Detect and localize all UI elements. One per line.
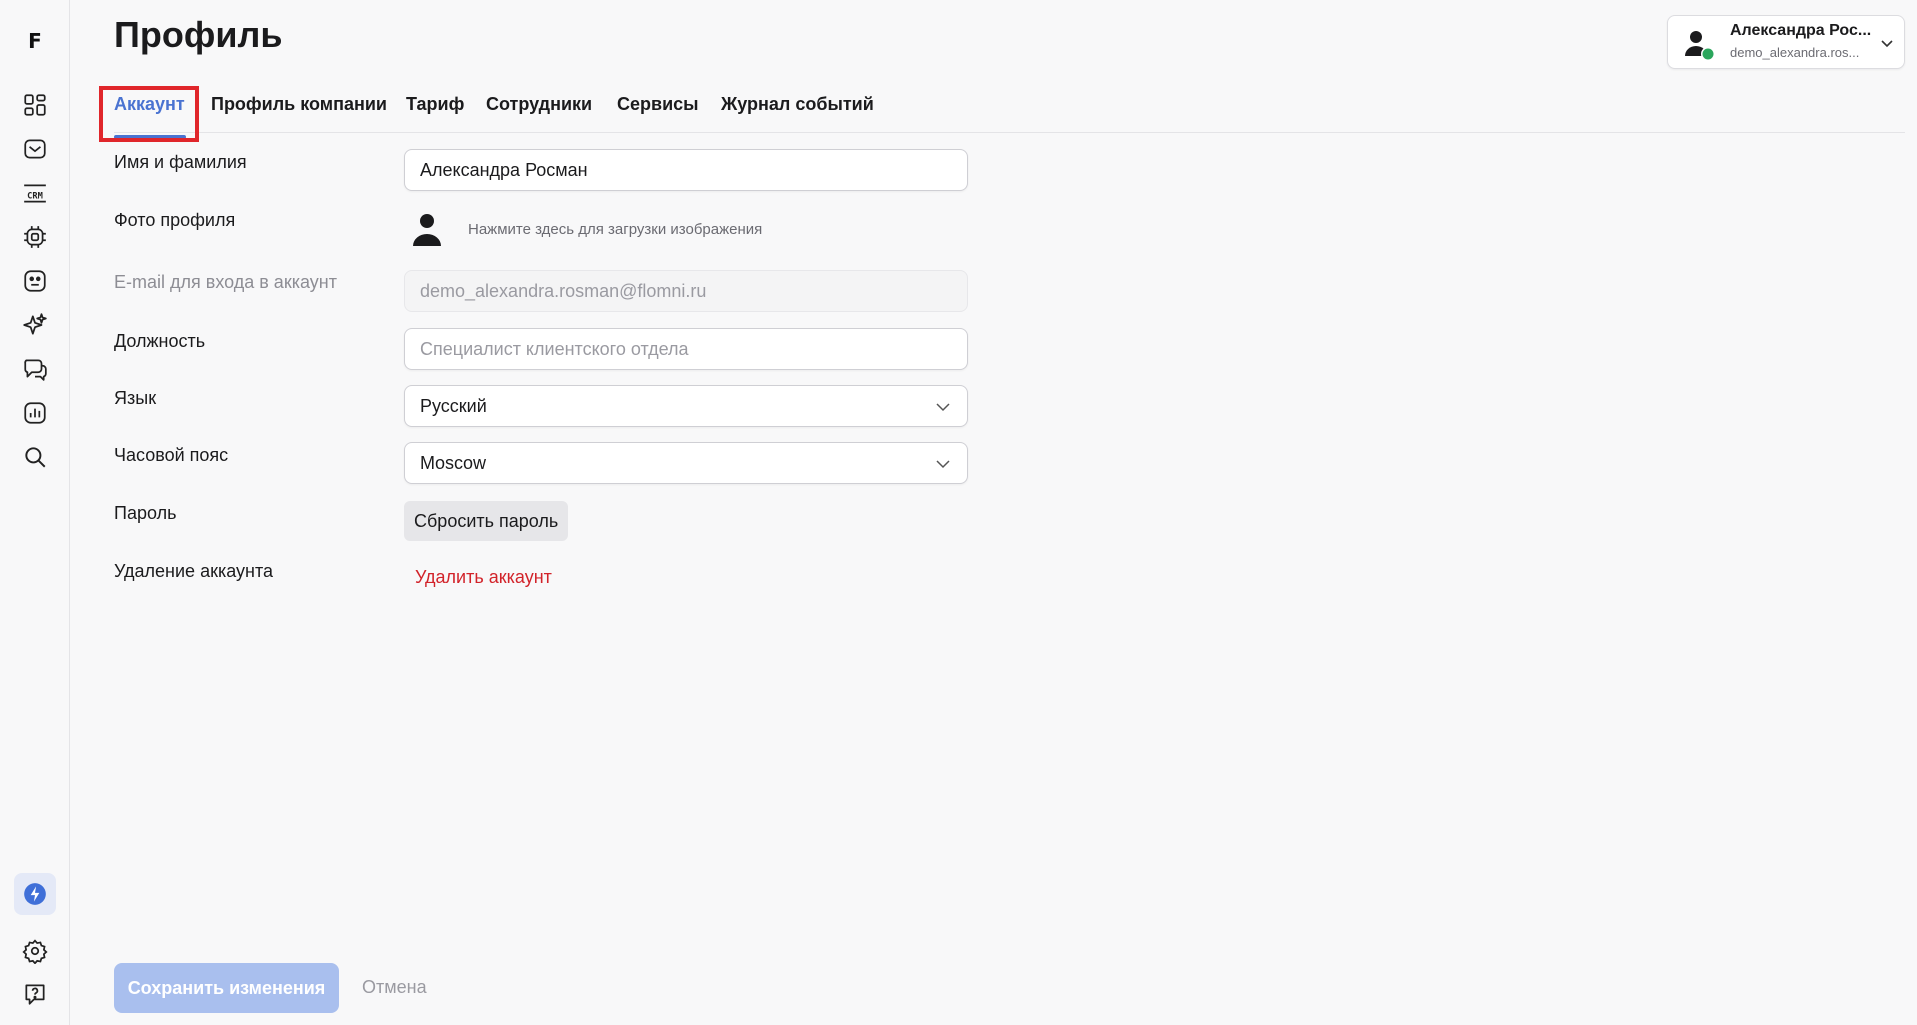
reset-password-button[interactable]: Сбросить пароль [404,501,569,541]
page-title: Профиль [114,14,283,55]
delete-account-link[interactable]: Удалить аккаунт [415,567,552,588]
crm-icon: CRM [24,184,46,203]
sidebar-item-inbox[interactable] [14,128,56,170]
sparkles-icon [23,313,47,335]
chevron-down-icon [936,460,950,469]
highlight-annotation [99,86,199,142]
sidebar-item-search[interactable] [14,436,56,478]
password-label: Пароль [114,503,177,523]
timezone-value: Moscow [420,453,487,473]
position-label: Должность [114,331,206,351]
name-label: Имя и фамилия [114,152,247,172]
user-email: demo_alexandra.ros... [1730,45,1860,60]
sidebar-item-ai[interactable] [14,304,56,346]
logo-text: F [28,29,42,53]
bot-face-icon [24,270,46,292]
cancel-button[interactable]: Отмена [362,977,427,998]
tab-label: Профиль компании [211,94,387,114]
photo-label: Фото профиля [114,210,236,230]
help-icon [25,984,45,1005]
sidebar-item-help[interactable] [14,973,56,1015]
gear-icon [22,939,48,964]
language-select[interactable]: Русский [404,385,968,427]
language-label: Язык [114,388,157,408]
tab-label: Сотрудники [486,94,593,114]
tab-employees[interactable]: Сотрудники [486,94,592,115]
email-input [404,270,968,312]
profile-tabs: Аккаунт Профиль компании Тариф Сотрудник… [114,88,1905,139]
sidebar-item-bots[interactable] [14,260,56,302]
timezone-select[interactable]: Moscow [404,442,968,484]
email-label: E-mail для входа в аккаунт [114,272,337,292]
sidebar-item-automation[interactable] [14,216,56,258]
tab-label: Журнал событий [721,94,874,114]
online-status-dot [1702,48,1714,60]
bolt-icon [24,883,46,905]
name-input[interactable] [404,149,968,191]
user-avatar-icon[interactable] [408,210,446,248]
tab-label: Сервисы [617,94,699,114]
chevron-down-icon [1881,40,1893,48]
tab-label: Тариф [406,94,465,114]
chevron-down-icon [936,403,950,412]
chat-bubbles-icon [24,359,47,381]
search-icon [25,447,46,468]
timezone-label: Часовой пояс [114,445,229,465]
tab-tariff[interactable]: Тариф [406,94,464,115]
dashboard-icon [24,94,46,116]
position-input[interactable] [404,328,968,370]
tab-services[interactable]: Сервисы [617,94,699,115]
upload-photo-link[interactable]: Нажмите здесь для загрузки изображения [468,221,762,238]
app-logo[interactable]: F [14,20,56,62]
language-value: Русский [420,396,487,416]
user-name: Александра Рос... [1730,22,1872,39]
crm-icon-label: CRM [27,191,43,201]
sidebar-item-dashboard[interactable] [14,84,56,126]
tab-company-profile[interactable]: Профиль компании [211,94,387,115]
user-menu[interactable]: Александра Рос... demo_alexandra.ros... [1667,15,1905,69]
analytics-icon [24,402,46,424]
delete-account-label: Удаление аккаунта [114,561,274,581]
inbox-icon [24,139,46,159]
sidebar-item-analytics[interactable] [14,392,56,434]
chip-icon [24,226,46,248]
sidebar-item-settings[interactable] [14,930,56,972]
save-changes-button[interactable]: Сохранить изменения [114,963,339,1013]
sidebar-item-quick-actions[interactable] [14,873,56,915]
sidebar-item-crm[interactable]: CRM [14,172,56,214]
tab-event-log[interactable]: Журнал событий [721,94,874,115]
sidebar-item-chats[interactable] [14,348,56,390]
sidebar: F CRM [0,0,70,1025]
avatar-icon [1685,31,1715,61]
